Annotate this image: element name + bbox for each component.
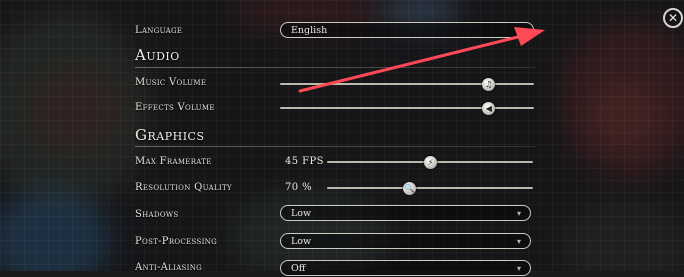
music-note-icon: ♫	[485, 80, 493, 89]
magnifier-icon: 🔍	[404, 184, 415, 193]
effects-volume-label: Effects Volume	[135, 102, 215, 113]
post-processing-label: Post-Processing	[135, 236, 217, 247]
graphics-section-title: Graphics	[135, 126, 205, 144]
audio-divider	[135, 67, 535, 68]
chevron-down-icon: ▾	[516, 264, 521, 273]
resolution-quality-label: Resolution Quality	[135, 182, 232, 193]
close-icon: ✕	[667, 11, 679, 25]
effects-volume-track[interactable]	[280, 107, 534, 109]
music-volume-slider-handle[interactable]: ♫	[482, 78, 496, 91]
max-framerate-slider-handle[interactable]: ⚡	[424, 156, 437, 169]
close-button[interactable]: ✕	[663, 8, 683, 28]
music-volume-label: Music Volume	[135, 77, 207, 88]
anti-aliasing-dropdown[interactable]: Off ▾	[280, 260, 531, 276]
graphics-divider	[135, 146, 535, 147]
anti-aliasing-value: Off	[291, 263, 306, 274]
resolution-quality-slider-handle[interactable]: 🔍	[403, 182, 417, 195]
language-label: Language	[135, 25, 183, 36]
shadows-value: Low	[291, 208, 312, 219]
max-framerate-value: 45 FPS	[285, 156, 324, 167]
settings-panel: Language English Audio Music Volume ♫ Ef…	[120, 0, 550, 276]
resolution-quality-value: 70 %	[285, 182, 313, 193]
music-volume-track[interactable]	[280, 83, 534, 85]
speaker-icon: ◀	[485, 104, 492, 113]
language-value: English	[291, 25, 328, 36]
effects-volume-slider-handle[interactable]: ◀	[482, 102, 496, 115]
max-framerate-label: Max Framerate	[135, 156, 212, 167]
post-processing-value: Low	[291, 236, 312, 247]
chevron-down-icon: ▾	[516, 237, 521, 246]
lightning-icon: ⚡	[427, 158, 434, 167]
shadows-dropdown[interactable]: Low ▾	[280, 205, 531, 221]
resolution-quality-track[interactable]	[327, 187, 533, 189]
language-dropdown[interactable]: English	[280, 22, 534, 38]
audio-section-title: Audio	[135, 46, 180, 64]
shadows-label: Shadows	[135, 209, 179, 220]
anti-aliasing-label: Anti-Aliasing	[135, 262, 203, 273]
chevron-down-icon: ▾	[516, 209, 521, 218]
post-processing-dropdown[interactable]: Low ▾	[280, 233, 531, 249]
